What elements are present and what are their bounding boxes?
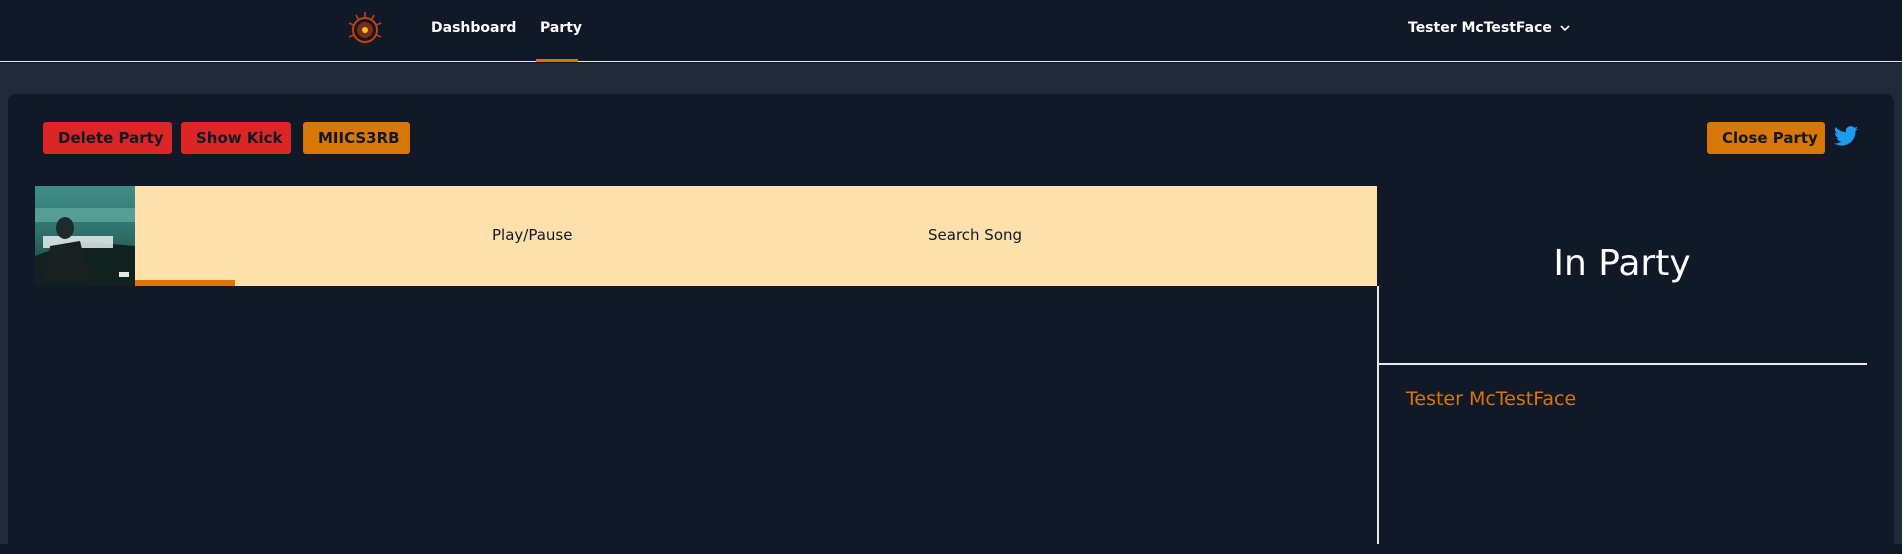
show-kick-button[interactable]: Show Kick <box>181 122 291 154</box>
playback-progress-bar[interactable] <box>135 280 235 286</box>
nav-link-party[interactable]: Party <box>540 20 582 36</box>
twitter-icon[interactable] <box>1834 125 1858 147</box>
play-pause-button[interactable]: Play/Pause <box>492 226 572 244</box>
horizontal-divider <box>1377 363 1867 365</box>
top-navigation: Dashboard Party Tester McTestFace <box>0 0 1902 62</box>
party-panel <box>8 94 1894 554</box>
chevron-down-icon <box>1560 24 1570 31</box>
party-member: Tester McTestFace <box>1406 388 1577 410</box>
party-code-button[interactable]: MIICS3RB <box>303 122 410 154</box>
music-player: Play/Pause Search Song <box>35 186 1377 286</box>
search-song-button[interactable]: Search Song <box>928 226 1022 244</box>
party-logo-icon[interactable] <box>346 10 384 48</box>
vertical-divider <box>1377 286 1379 544</box>
close-party-button[interactable]: Close Party <box>1707 122 1825 154</box>
album-art <box>35 186 135 286</box>
nav-link-dashboard[interactable]: Dashboard <box>431 20 516 36</box>
active-tab-indicator <box>536 59 578 62</box>
delete-party-button[interactable]: Delete Party <box>43 122 172 154</box>
in-party-heading: In Party <box>1553 243 1691 284</box>
user-name: Tester McTestFace <box>1408 20 1552 36</box>
user-menu[interactable]: Tester McTestFace <box>1408 20 1570 36</box>
album-art-icon <box>35 186 135 286</box>
